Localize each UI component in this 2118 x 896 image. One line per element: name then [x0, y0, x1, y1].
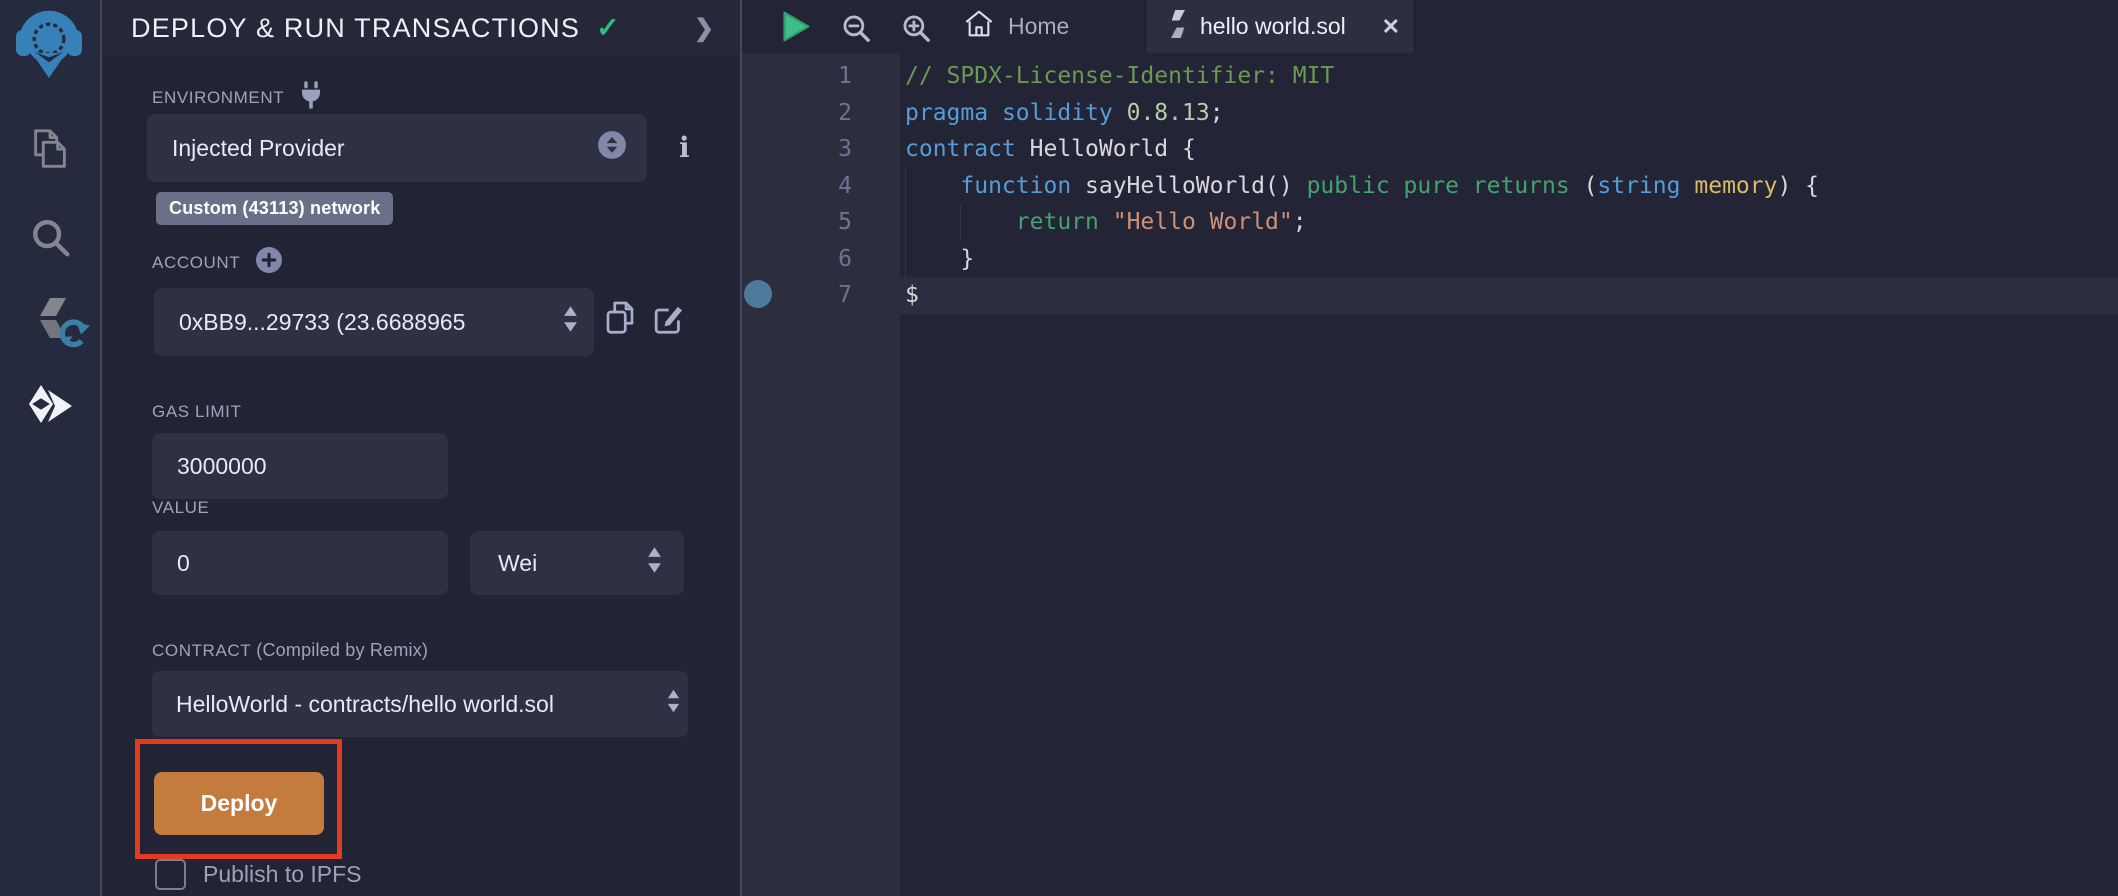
line-number[interactable]: 7 [742, 277, 852, 314]
line-number[interactable]: 1 [742, 58, 852, 95]
code-line[interactable]: pragma solidity 0.8.13; [905, 95, 1819, 132]
edit-icon[interactable] [652, 302, 684, 341]
code-line[interactable]: function sayHelloWorld() public pure ret… [905, 168, 1819, 205]
line-number[interactable]: 6 [742, 241, 852, 278]
deploy-button[interactable]: Deploy [154, 772, 324, 835]
environment-label-row: ENVIRONMENT [152, 80, 323, 115]
line-number[interactable]: 5 [742, 204, 852, 241]
tab-hello-world-sol[interactable]: hello world.sol ✕ [1145, 0, 1415, 53]
publish-ipfs-checkbox[interactable] [155, 859, 186, 890]
panel-title: DEPLOY & RUN TRANSACTIONS [131, 13, 580, 44]
code-lines[interactable]: // SPDX-License-Identifier: MITpragma so… [905, 58, 1819, 314]
environment-label: ENVIRONMENT [152, 88, 284, 108]
copy-icon[interactable] [604, 300, 636, 341]
code-line[interactable]: // SPDX-License-Identifier: MIT [905, 58, 1819, 95]
remix-app-window: DEPLOY & RUN TRANSACTIONS ✓ ❯ ENVIRONMEN… [0, 0, 2118, 896]
environment-selected-value: Injected Provider [147, 135, 345, 162]
file-explorer-icon[interactable] [27, 126, 73, 172]
value-unit-select[interactable]: Wei [470, 531, 684, 595]
plus-circle-icon[interactable] [255, 246, 283, 279]
gas-limit-value: 3000000 [152, 453, 267, 480]
account-label: ACCOUNT [152, 253, 240, 273]
code-line[interactable]: $ [905, 277, 1819, 314]
code-line[interactable]: } [905, 241, 1819, 278]
indent-guide [960, 204, 961, 241]
indent-guide [905, 168, 906, 278]
line-number[interactable]: 3 [742, 131, 852, 168]
tab-home[interactable]: Home [963, 0, 1069, 53]
home-icon [963, 8, 995, 46]
panel-header: DEPLOY & RUN TRANSACTIONS ✓ ❯ [102, 0, 740, 56]
solidity-compiler-icon[interactable] [28, 296, 90, 362]
contract-select[interactable]: HelloWorld - contracts/hello world.sol [152, 671, 688, 737]
value-amount: 0 [152, 550, 190, 577]
gutter-line-numbers: 1234567 [742, 58, 852, 314]
updown-circle-icon [597, 130, 627, 166]
solidity-file-icon [1168, 10, 1188, 43]
zoom-in-icon[interactable] [899, 11, 933, 50]
contract-selected-value: HelloWorld - contracts/hello world.sol [152, 691, 554, 718]
account-label-row: ACCOUNT [152, 246, 283, 279]
account-select[interactable]: 0xBB9...29733 (23.6688965 [154, 288, 594, 356]
stepper-updown-icon [562, 304, 579, 340]
run-icon[interactable] [776, 8, 813, 50]
value-label: VALUE [152, 498, 210, 518]
remix-logo[interactable] [14, 6, 84, 82]
deploy-run-icon[interactable] [25, 381, 79, 435]
search-icon[interactable] [27, 214, 73, 260]
gas-limit-input[interactable]: 3000000 [152, 433, 448, 499]
contract-label-row: CONTRACT (Compiled by Remix) [152, 640, 428, 661]
plug-icon [299, 80, 323, 115]
check-icon: ✓ [596, 14, 619, 42]
code-line[interactable]: return "Hello World"; [905, 204, 1819, 241]
contract-label: CONTRACT [152, 641, 251, 660]
code-editor: Home hello world.sol ✕ 1234567 // SPDX-L… [742, 0, 2118, 896]
network-badge: Custom (43113) network [156, 192, 393, 225]
tab-file-label: hello world.sol [1200, 13, 1346, 40]
account-selected-value: 0xBB9...29733 (23.6688965 [154, 309, 465, 336]
publish-ipfs-label: Publish to IPFS [203, 861, 362, 888]
close-icon[interactable]: ✕ [1382, 14, 1400, 40]
code-line[interactable]: contract HelloWorld { [905, 131, 1819, 168]
line-number[interactable]: 2 [742, 95, 852, 132]
environment-select[interactable]: Injected Provider [147, 114, 647, 182]
zoom-out-icon[interactable] [839, 11, 873, 50]
chevron-right-icon[interactable]: ❯ [694, 14, 714, 43]
deploy-run-panel: DEPLOY & RUN TRANSACTIONS ✓ ❯ ENVIRONMEN… [102, 0, 740, 896]
editor-tabbar: Home hello world.sol ✕ [742, 0, 2118, 53]
stepper-updown-icon [666, 687, 681, 721]
value-input[interactable]: 0 [152, 531, 448, 595]
gas-limit-label: GAS LIMIT [152, 402, 241, 422]
icon-sidebar [0, 0, 100, 896]
line-number[interactable]: 4 [742, 168, 852, 205]
contract-note: (Compiled by Remix) [256, 640, 428, 660]
stepper-updown-icon [646, 545, 663, 581]
tab-home-label: Home [1008, 13, 1069, 40]
value-unit: Wei [470, 550, 537, 577]
info-icon[interactable]: i [679, 131, 690, 164]
